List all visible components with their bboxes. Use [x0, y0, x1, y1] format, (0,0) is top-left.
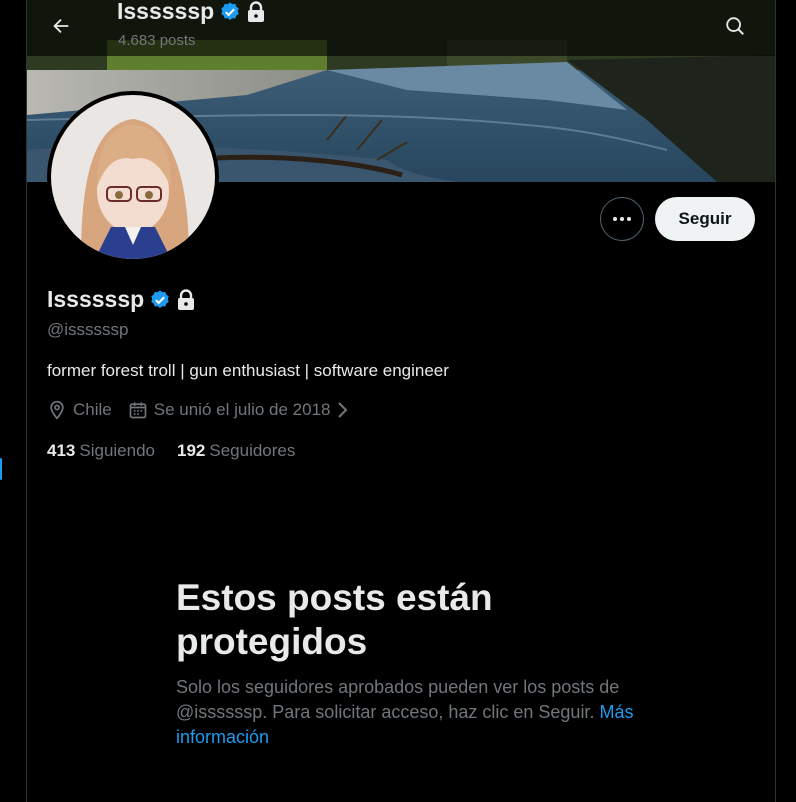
arrow-left-icon [53, 18, 69, 34]
profile-column: Issssssp 4.683 posts Seguir Issssssp @is… [26, 0, 776, 802]
joined-text: Se unió el julio de 2018 [153, 400, 331, 419]
header-posts-count: 4.683 posts [118, 32, 196, 49]
profile-handle: @issssssp [47, 320, 129, 339]
chevron-right-icon [337, 402, 347, 418]
location-item: Chile [47, 400, 112, 420]
verified-badge-icon[interactable] [149, 289, 171, 311]
left-edge-indicator [0, 458, 2, 480]
following-count: 413 [47, 441, 76, 460]
profile-meta: Chile Se unió el julio de 2018 [47, 400, 365, 420]
profile-bio: former forest troll | gun enthusiast | s… [47, 361, 449, 380]
followers-label: Seguidores [209, 441, 296, 460]
protected-message: Solo los seguidores aprobados pueden ver… [176, 675, 646, 750]
location-pin-icon [50, 400, 64, 420]
followers-count: 192 [177, 441, 206, 460]
following-label: Siguiendo [79, 441, 155, 460]
back-button[interactable] [43, 8, 79, 44]
header-title: Issssssp [117, 0, 266, 25]
joined-item[interactable]: Se unió el julio de 2018 [128, 400, 349, 420]
verified-badge-icon [221, 1, 239, 20]
header-name: Issssssp [117, 0, 215, 24]
avatar[interactable] [47, 91, 219, 263]
profile-display-name: Issssssp [47, 286, 196, 313]
followers-link[interactable]: 192 Seguidores [177, 441, 295, 461]
profile-header: Issssssp 4.683 posts [27, 0, 775, 56]
profile-stats: 413 Siguiendo 192 Seguidores [47, 441, 317, 461]
lock-icon [248, 0, 265, 22]
more-options-button[interactable] [600, 197, 644, 241]
search-icon [726, 17, 744, 35]
search-button[interactable] [715, 6, 755, 46]
following-link[interactable]: 413 Siguiendo [47, 441, 155, 461]
protected-body: Solo los seguidores aprobados pueden ver… [176, 677, 620, 722]
calendar-icon [129, 402, 147, 419]
lock-icon [178, 288, 195, 310]
location-text: Chile [73, 400, 112, 419]
display-name-text: Issssssp [47, 286, 145, 312]
follow-button[interactable]: Seguir [655, 197, 755, 241]
protected-title: Estos posts están protegidos [176, 577, 493, 662]
more-icon [613, 217, 631, 221]
